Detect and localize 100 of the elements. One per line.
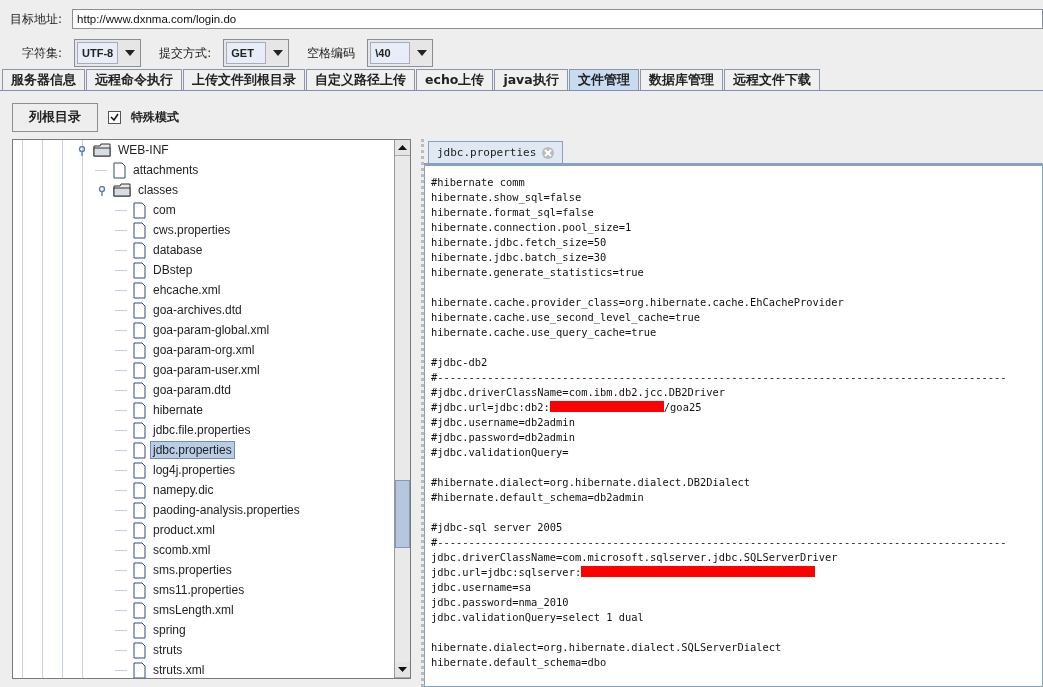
tree-item[interactable]: jdbc.properties (150, 441, 235, 459)
tree-item[interactable]: struts.xml (150, 661, 208, 678)
code-text: #------------------------------------------------------------------------------------------- (431, 535, 1007, 548)
checkbox-label: 特殊模式 (131, 109, 179, 126)
file-icon (133, 541, 146, 559)
tree-item[interactable]: hibernate (150, 401, 207, 419)
tree-item[interactable]: attachments (130, 161, 202, 179)
code-text: jdbc.driverClassName=com.microsoft.sqlserver.jdbc.SQLServerDriver (431, 550, 838, 563)
file-icon (133, 581, 146, 599)
checkbox[interactable] (108, 111, 121, 124)
file-icon (133, 221, 146, 239)
scroll-down-icon[interactable] (398, 667, 407, 672)
code-text: #hibernate.dialect=org.hibernate.dialect.DB2Dialect (431, 475, 751, 488)
tree-item[interactable]: namepy.dic (150, 481, 217, 499)
code-text: /goa25 (663, 400, 702, 413)
tab[interactable]: 远程文件下载 (723, 69, 820, 90)
tree-item[interactable]: goa-param-global.xml (150, 321, 273, 339)
tab[interactable]: 文件管理 (568, 69, 639, 90)
code-editor[interactable] (424, 165, 1043, 687)
tab[interactable]: echo上传 (416, 69, 494, 90)
file-icon (133, 381, 146, 399)
option-label: 空格编码 (307, 44, 356, 62)
file-icon (113, 161, 126, 179)
code-text: jdbc.username=sa (431, 580, 532, 593)
url-field[interactable]: http://www.dxnma.com/login.do (72, 9, 1043, 29)
code-text: hibernate.cache.use_query_cache=true (431, 325, 657, 338)
code-text: hibernate.jdbc.fetch_size=50 (431, 235, 607, 248)
code-text: #------------------------------------------------------------------------------------------- (431, 370, 1007, 383)
expand-handle-icon[interactable] (77, 146, 87, 156)
file-icon (133, 421, 146, 439)
file-icon (133, 521, 146, 539)
caret-icon (417, 50, 428, 56)
tree-item[interactable]: sms.properties (150, 561, 235, 579)
expand-handle-icon[interactable] (97, 186, 107, 196)
list-root-button[interactable]: 列根目录 (12, 103, 98, 132)
file-icon (133, 361, 146, 379)
option-label: 字符集: (22, 44, 63, 62)
tab[interactable]: java执行 (494, 69, 568, 90)
file-icon (133, 441, 146, 459)
scrollbar[interactable] (394, 140, 410, 678)
file-icon (133, 401, 146, 419)
tree-item[interactable]: scomb.xml (150, 541, 214, 559)
file-icon (133, 501, 146, 519)
file-icon (133, 641, 146, 659)
option-label: 提交方式: (159, 44, 212, 62)
code-text: #hibernate.default_schema=db2admin (431, 490, 644, 503)
target-label: 目标地址: (10, 10, 63, 28)
code-text: #jdbc-db2 (431, 355, 488, 368)
tree-item[interactable]: database (150, 241, 206, 259)
file-icon (133, 481, 146, 499)
file-icon (133, 341, 146, 359)
tree-item[interactable]: DBstep (150, 261, 196, 279)
tree-item[interactable]: cws.properties (150, 221, 234, 239)
tree-item[interactable]: spring (150, 621, 189, 639)
file-icon (133, 281, 146, 299)
file-icon (133, 621, 146, 639)
tree-item[interactable]: sms11.properties (150, 581, 248, 599)
tree-item[interactable]: com (150, 201, 179, 219)
code-text: #jdbc-sql server 2005 (431, 520, 563, 533)
tree-item[interactable]: product.xml (150, 521, 219, 539)
tab[interactable]: 服务器信息 (2, 69, 85, 90)
file-icon (133, 321, 146, 339)
dropdown[interactable]: \40 (367, 39, 434, 67)
code-text: #jdbc.url=jdbc:db2: (431, 400, 550, 413)
code-text: #jdbc.validationQuery= (431, 445, 569, 458)
code-text: hibernate.format_sql=false (431, 205, 594, 218)
file-icon (133, 201, 146, 219)
tree-item[interactable]: goa-param.dtd (150, 381, 235, 399)
file-icon (133, 601, 146, 619)
tree-item[interactable]: paoding-analysis.properties (150, 501, 303, 519)
tree-item[interactable]: struts (150, 641, 186, 659)
scroll-up-icon[interactable] (398, 145, 407, 150)
file-icon (133, 561, 146, 579)
code-text: jdbc.url=jdbc:sqlserver: (431, 565, 582, 578)
file-icon (133, 301, 146, 319)
folder-icon (93, 143, 111, 157)
tab[interactable]: 远程命令执行 (86, 69, 182, 90)
editor-tab[interactable]: jdbc.properties (428, 141, 564, 163)
tree-item[interactable]: WEB-INF (115, 141, 172, 159)
code-text: hibernate.connection.pool_size=1 (431, 220, 632, 233)
tree-item[interactable]: smsLength.xml (150, 601, 237, 619)
tree-item[interactable]: classes (135, 181, 181, 199)
tree-item[interactable]: goa-param-org.xml (150, 341, 258, 359)
tree-item[interactable]: goa-param-user.xml (150, 361, 263, 379)
scroll-thumb[interactable] (395, 479, 410, 548)
tab[interactable]: 上传文件到根目录 (183, 69, 305, 90)
tab[interactable]: 数据库管理 (639, 69, 723, 90)
code-text: jdbc.validationQuery=select 1 dual (431, 610, 644, 623)
code-text: hibernate.generate_statistics=true (431, 265, 644, 278)
dropdown[interactable]: GET (223, 39, 290, 67)
tree-item[interactable]: ehcache.xml (150, 281, 224, 299)
tree-item[interactable]: goa-archives.dtd (150, 301, 245, 319)
code-text: #hibernate comm (431, 175, 525, 188)
tree-item[interactable]: log4j.properties (150, 461, 239, 479)
code-text: #jdbc.password=db2admin (431, 430, 575, 443)
tree-item[interactable]: jdbc.file.properties (150, 421, 254, 439)
tab[interactable]: 自定义路径上传 (306, 69, 415, 90)
file-icon (133, 461, 146, 479)
caret-icon (125, 50, 136, 56)
dropdown[interactable]: UTF-8 (74, 39, 142, 67)
